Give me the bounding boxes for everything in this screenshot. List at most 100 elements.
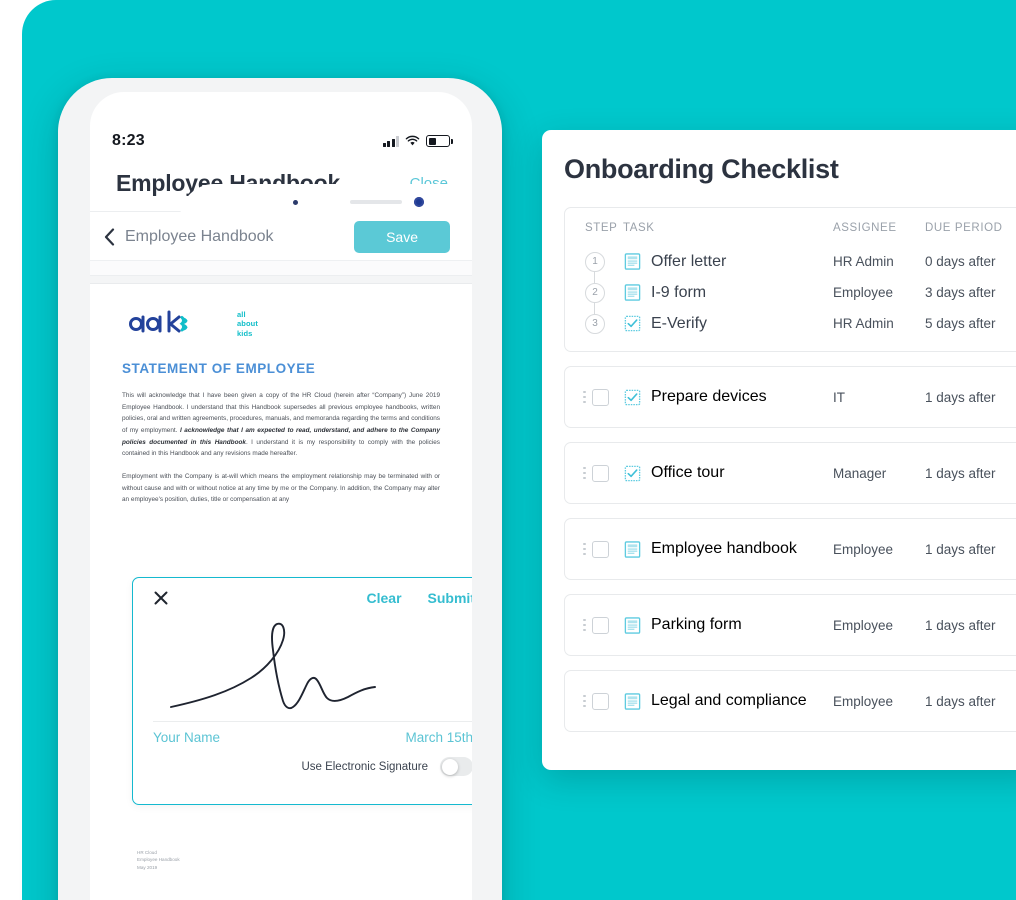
checklist-task-icon bbox=[624, 465, 641, 481]
earpiece-speaker-icon bbox=[350, 200, 402, 204]
aak-logo: all about kids bbox=[122, 309, 440, 339]
footer-line-2: Employee Handbook bbox=[137, 857, 180, 863]
document-form-icon bbox=[624, 540, 641, 558]
drag-dots-icon bbox=[583, 694, 586, 708]
signature-drawing bbox=[170, 622, 376, 710]
drag-dots-icon bbox=[583, 542, 586, 556]
table-row[interactable]: 1 Offer letter HR Admin 0 days after bbox=[565, 246, 1016, 293]
checklist-column-headers: STEP TASK ASSIGNEE DUE PERIOD bbox=[565, 222, 1016, 246]
task-cell: Offer letter bbox=[623, 252, 833, 271]
task-checkbox[interactable] bbox=[591, 464, 609, 482]
clear-signature-button[interactable]: Clear bbox=[367, 590, 402, 606]
due-period-value: 3 days after bbox=[925, 285, 996, 300]
close-icon[interactable] bbox=[153, 590, 169, 606]
status-time: 8:23 bbox=[112, 132, 145, 149]
signature-baseline bbox=[153, 721, 472, 722]
task-cell: E-Verify bbox=[623, 314, 833, 333]
page-title: Onboarding Checklist bbox=[564, 154, 839, 184]
task-checkbox[interactable] bbox=[591, 540, 609, 558]
task-card[interactable]: Legal and compliance Employee 1 days aft… bbox=[564, 670, 1016, 732]
front-camera-icon bbox=[414, 197, 424, 207]
assignee-value: HR Admin bbox=[833, 254, 894, 269]
battery-icon bbox=[426, 135, 453, 147]
phone-notch bbox=[180, 184, 472, 218]
assignee-value: IT bbox=[833, 389, 845, 405]
step-number: 3 bbox=[585, 313, 605, 334]
signature-name-field[interactable]: Your Name bbox=[153, 730, 220, 745]
save-button[interactable]: Save bbox=[354, 220, 450, 253]
sensor-dot-icon bbox=[293, 200, 298, 205]
task-cell: Legal and compliance bbox=[623, 692, 833, 711]
task-cell: I-9 form bbox=[623, 283, 833, 302]
footer-line-1: HR Cloud bbox=[137, 850, 157, 855]
column-header-assignee: ASSIGNEE bbox=[833, 222, 897, 234]
task-label: E-Verify bbox=[651, 314, 708, 332]
due-period-value: 1 days after bbox=[925, 693, 996, 709]
drag-handle[interactable] bbox=[565, 616, 623, 634]
task-card[interactable]: Employee handbook Employee 1 days after bbox=[564, 518, 1016, 580]
electronic-signature-label: Use Electronic Signature bbox=[301, 760, 428, 773]
assignee-value: Employee bbox=[833, 285, 894, 300]
table-row[interactable]: 2 I-9 form Employee 3 days after bbox=[565, 277, 1016, 324]
checklist-task-icon bbox=[624, 389, 641, 405]
document-form-icon bbox=[624, 692, 641, 710]
chevron-left-icon[interactable] bbox=[104, 227, 115, 246]
spacer-band bbox=[90, 261, 472, 275]
due-period-value: 1 days after bbox=[925, 541, 996, 557]
cellular-signal-icon bbox=[382, 135, 399, 147]
task-cell: Office tour bbox=[623, 464, 833, 483]
assignee-value: Employee bbox=[833, 693, 894, 709]
task-checkbox[interactable] bbox=[591, 388, 609, 406]
document-form-icon bbox=[624, 253, 641, 270]
checklist-task-icon bbox=[624, 315, 641, 332]
task-label: Offer letter bbox=[651, 252, 727, 270]
aak-logo-mark bbox=[129, 310, 188, 333]
drag-handle[interactable] bbox=[565, 692, 623, 710]
electronic-signature-toggle[interactable] bbox=[440, 757, 472, 776]
task-card[interactable]: Parking form Employee 1 days after bbox=[564, 594, 1016, 656]
drag-handle[interactable] bbox=[565, 540, 623, 558]
column-header-task: TASK bbox=[623, 222, 655, 234]
column-header-due-period: DUE PERIOD bbox=[925, 222, 1003, 234]
task-checkbox[interactable] bbox=[591, 692, 609, 710]
document-viewer[interactable]: all about kids STATEMENT OF EMPLOYEE Thi… bbox=[90, 283, 472, 900]
task-card[interactable]: Office tour Manager 1 days after bbox=[564, 442, 1016, 504]
task-label: Legal and compliance bbox=[651, 692, 807, 709]
status-bar: 8:23 bbox=[90, 126, 472, 156]
screenshot-root: Onboarding Checklist STEP TASK ASSIGNEE … bbox=[0, 0, 1016, 900]
due-period-value: 5 days after bbox=[925, 316, 996, 331]
footer-line-3: May 2019 bbox=[137, 864, 158, 870]
document-paragraph-1: This will acknowledge that I have been g… bbox=[122, 390, 440, 460]
table-row[interactable]: 3 E-Verify HR Admin 5 days after bbox=[565, 308, 1016, 339]
drag-dots-icon bbox=[583, 390, 586, 404]
task-label: Prepare devices bbox=[651, 388, 767, 405]
phone-screen: 8:23 Employee Handbook Close Employee Ha… bbox=[90, 92, 472, 900]
signature-canvas[interactable] bbox=[133, 606, 472, 722]
signature-panel: Clear Submit Your Name March 15th Use El… bbox=[132, 577, 472, 805]
due-period-value: 1 days after bbox=[925, 617, 996, 633]
submit-signature-button[interactable]: Submit bbox=[428, 590, 472, 606]
signature-actions: Clear Submit bbox=[367, 590, 472, 606]
wifi-icon bbox=[405, 135, 420, 146]
assignee-value: Employee bbox=[833, 541, 894, 557]
document-form-icon bbox=[624, 616, 641, 634]
column-header-step: STEP bbox=[585, 222, 618, 234]
signature-date: March 15th bbox=[405, 730, 472, 745]
due-period-value: 1 days after bbox=[925, 465, 996, 481]
task-label: I-9 form bbox=[651, 283, 707, 301]
step-number: 1 bbox=[585, 251, 605, 272]
drag-dots-icon bbox=[583, 618, 586, 632]
navigation-sub-bar: Employee Handbook Save bbox=[90, 213, 472, 261]
drag-handle[interactable] bbox=[565, 464, 623, 482]
task-checkbox[interactable] bbox=[591, 616, 609, 634]
task-label: Employee handbook bbox=[651, 540, 797, 557]
document-gap bbox=[90, 275, 472, 283]
drag-handle[interactable] bbox=[565, 388, 623, 406]
back-label[interactable]: Employee Handbook bbox=[125, 228, 354, 246]
assignee-value: Employee bbox=[833, 617, 894, 633]
task-cell: Employee handbook bbox=[623, 540, 833, 559]
assignee-value: Manager bbox=[833, 465, 887, 481]
task-card[interactable]: Prepare devices IT 1 days after bbox=[564, 366, 1016, 428]
task-cell: Parking form bbox=[623, 616, 833, 635]
signature-panel-toolbar: Clear Submit bbox=[133, 578, 472, 606]
